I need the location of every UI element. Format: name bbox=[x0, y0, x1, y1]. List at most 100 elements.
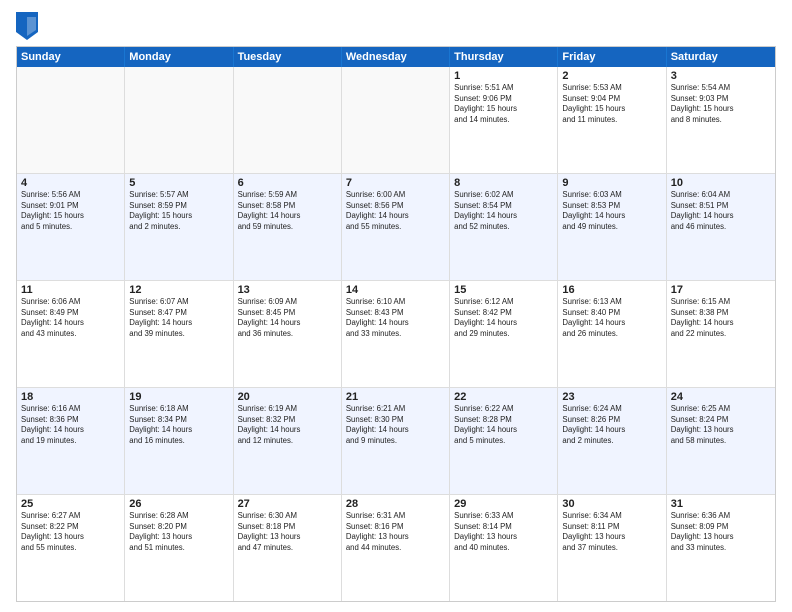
day-cell-5: 5Sunrise: 5:57 AMSunset: 8:59 PMDaylight… bbox=[125, 174, 233, 280]
day-info: Sunrise: 6:18 AMSunset: 8:34 PMDaylight:… bbox=[129, 404, 228, 446]
calendar-row-1: 4Sunrise: 5:56 AMSunset: 9:01 PMDaylight… bbox=[17, 173, 775, 280]
day-cell-27: 27Sunrise: 6:30 AMSunset: 8:18 PMDayligh… bbox=[234, 495, 342, 601]
day-number: 1 bbox=[454, 70, 553, 82]
header-cell-sunday: Sunday bbox=[17, 47, 125, 67]
day-number: 10 bbox=[671, 177, 771, 189]
calendar-row-2: 11Sunrise: 6:06 AMSunset: 8:49 PMDayligh… bbox=[17, 280, 775, 387]
day-number: 21 bbox=[346, 391, 445, 403]
day-number: 29 bbox=[454, 498, 553, 510]
day-cell-15: 15Sunrise: 6:12 AMSunset: 8:42 PMDayligh… bbox=[450, 281, 558, 387]
header bbox=[16, 12, 776, 40]
day-cell-16: 16Sunrise: 6:13 AMSunset: 8:40 PMDayligh… bbox=[558, 281, 666, 387]
day-cell-21: 21Sunrise: 6:21 AMSunset: 8:30 PMDayligh… bbox=[342, 388, 450, 494]
day-info: Sunrise: 6:36 AMSunset: 8:09 PMDaylight:… bbox=[671, 511, 771, 553]
day-cell-22: 22Sunrise: 6:22 AMSunset: 8:28 PMDayligh… bbox=[450, 388, 558, 494]
page: SundayMondayTuesdayWednesdayThursdayFrid… bbox=[0, 0, 792, 612]
day-number: 11 bbox=[21, 284, 120, 296]
day-info: Sunrise: 6:09 AMSunset: 8:45 PMDaylight:… bbox=[238, 297, 337, 339]
day-number: 7 bbox=[346, 177, 445, 189]
day-number: 19 bbox=[129, 391, 228, 403]
day-number: 8 bbox=[454, 177, 553, 189]
day-cell-11: 11Sunrise: 6:06 AMSunset: 8:49 PMDayligh… bbox=[17, 281, 125, 387]
day-cell-23: 23Sunrise: 6:24 AMSunset: 8:26 PMDayligh… bbox=[558, 388, 666, 494]
day-info: Sunrise: 5:57 AMSunset: 8:59 PMDaylight:… bbox=[129, 190, 228, 232]
day-cell-31: 31Sunrise: 6:36 AMSunset: 8:09 PMDayligh… bbox=[667, 495, 775, 601]
logo-icon bbox=[16, 12, 38, 40]
empty-cell bbox=[342, 67, 450, 173]
header-cell-saturday: Saturday bbox=[667, 47, 775, 67]
day-cell-18: 18Sunrise: 6:16 AMSunset: 8:36 PMDayligh… bbox=[17, 388, 125, 494]
day-info: Sunrise: 6:00 AMSunset: 8:56 PMDaylight:… bbox=[346, 190, 445, 232]
day-cell-10: 10Sunrise: 6:04 AMSunset: 8:51 PMDayligh… bbox=[667, 174, 775, 280]
day-info: Sunrise: 6:10 AMSunset: 8:43 PMDaylight:… bbox=[346, 297, 445, 339]
day-info: Sunrise: 6:04 AMSunset: 8:51 PMDaylight:… bbox=[671, 190, 771, 232]
day-cell-24: 24Sunrise: 6:25 AMSunset: 8:24 PMDayligh… bbox=[667, 388, 775, 494]
day-cell-6: 6Sunrise: 5:59 AMSunset: 8:58 PMDaylight… bbox=[234, 174, 342, 280]
day-info: Sunrise: 6:28 AMSunset: 8:20 PMDaylight:… bbox=[129, 511, 228, 553]
day-number: 31 bbox=[671, 498, 771, 510]
day-number: 16 bbox=[562, 284, 661, 296]
day-cell-28: 28Sunrise: 6:31 AMSunset: 8:16 PMDayligh… bbox=[342, 495, 450, 601]
calendar-row-0: 1Sunrise: 5:51 AMSunset: 9:06 PMDaylight… bbox=[17, 67, 775, 173]
day-number: 6 bbox=[238, 177, 337, 189]
day-cell-29: 29Sunrise: 6:33 AMSunset: 8:14 PMDayligh… bbox=[450, 495, 558, 601]
day-cell-13: 13Sunrise: 6:09 AMSunset: 8:45 PMDayligh… bbox=[234, 281, 342, 387]
day-cell-4: 4Sunrise: 5:56 AMSunset: 9:01 PMDaylight… bbox=[17, 174, 125, 280]
day-number: 30 bbox=[562, 498, 661, 510]
header-cell-wednesday: Wednesday bbox=[342, 47, 450, 67]
day-number: 22 bbox=[454, 391, 553, 403]
day-info: Sunrise: 6:12 AMSunset: 8:42 PMDaylight:… bbox=[454, 297, 553, 339]
day-info: Sunrise: 5:54 AMSunset: 9:03 PMDaylight:… bbox=[671, 83, 771, 125]
calendar: SundayMondayTuesdayWednesdayThursdayFrid… bbox=[16, 46, 776, 602]
day-number: 23 bbox=[562, 391, 661, 403]
logo bbox=[16, 12, 42, 40]
day-number: 25 bbox=[21, 498, 120, 510]
day-cell-17: 17Sunrise: 6:15 AMSunset: 8:38 PMDayligh… bbox=[667, 281, 775, 387]
day-cell-1: 1Sunrise: 5:51 AMSunset: 9:06 PMDaylight… bbox=[450, 67, 558, 173]
calendar-row-4: 25Sunrise: 6:27 AMSunset: 8:22 PMDayligh… bbox=[17, 494, 775, 601]
day-cell-25: 25Sunrise: 6:27 AMSunset: 8:22 PMDayligh… bbox=[17, 495, 125, 601]
day-number: 24 bbox=[671, 391, 771, 403]
day-info: Sunrise: 6:22 AMSunset: 8:28 PMDaylight:… bbox=[454, 404, 553, 446]
calendar-body: 1Sunrise: 5:51 AMSunset: 9:06 PMDaylight… bbox=[17, 67, 775, 601]
header-cell-monday: Monday bbox=[125, 47, 233, 67]
day-cell-20: 20Sunrise: 6:19 AMSunset: 8:32 PMDayligh… bbox=[234, 388, 342, 494]
header-cell-tuesday: Tuesday bbox=[234, 47, 342, 67]
day-cell-19: 19Sunrise: 6:18 AMSunset: 8:34 PMDayligh… bbox=[125, 388, 233, 494]
day-cell-3: 3Sunrise: 5:54 AMSunset: 9:03 PMDaylight… bbox=[667, 67, 775, 173]
day-info: Sunrise: 6:19 AMSunset: 8:32 PMDaylight:… bbox=[238, 404, 337, 446]
day-number: 2 bbox=[562, 70, 661, 82]
day-info: Sunrise: 6:15 AMSunset: 8:38 PMDaylight:… bbox=[671, 297, 771, 339]
day-number: 26 bbox=[129, 498, 228, 510]
day-cell-12: 12Sunrise: 6:07 AMSunset: 8:47 PMDayligh… bbox=[125, 281, 233, 387]
day-info: Sunrise: 6:07 AMSunset: 8:47 PMDaylight:… bbox=[129, 297, 228, 339]
day-info: Sunrise: 6:16 AMSunset: 8:36 PMDaylight:… bbox=[21, 404, 120, 446]
day-info: Sunrise: 6:21 AMSunset: 8:30 PMDaylight:… bbox=[346, 404, 445, 446]
day-number: 27 bbox=[238, 498, 337, 510]
header-cell-thursday: Thursday bbox=[450, 47, 558, 67]
day-info: Sunrise: 6:03 AMSunset: 8:53 PMDaylight:… bbox=[562, 190, 661, 232]
day-number: 13 bbox=[238, 284, 337, 296]
empty-cell bbox=[125, 67, 233, 173]
day-number: 5 bbox=[129, 177, 228, 189]
day-number: 14 bbox=[346, 284, 445, 296]
day-info: Sunrise: 5:51 AMSunset: 9:06 PMDaylight:… bbox=[454, 83, 553, 125]
day-info: Sunrise: 6:25 AMSunset: 8:24 PMDaylight:… bbox=[671, 404, 771, 446]
day-info: Sunrise: 6:30 AMSunset: 8:18 PMDaylight:… bbox=[238, 511, 337, 553]
day-info: Sunrise: 6:06 AMSunset: 8:49 PMDaylight:… bbox=[21, 297, 120, 339]
day-info: Sunrise: 6:31 AMSunset: 8:16 PMDaylight:… bbox=[346, 511, 445, 553]
day-cell-2: 2Sunrise: 5:53 AMSunset: 9:04 PMDaylight… bbox=[558, 67, 666, 173]
day-info: Sunrise: 6:24 AMSunset: 8:26 PMDaylight:… bbox=[562, 404, 661, 446]
day-info: Sunrise: 6:33 AMSunset: 8:14 PMDaylight:… bbox=[454, 511, 553, 553]
day-number: 3 bbox=[671, 70, 771, 82]
day-number: 17 bbox=[671, 284, 771, 296]
day-info: Sunrise: 6:34 AMSunset: 8:11 PMDaylight:… bbox=[562, 511, 661, 553]
calendar-header: SundayMondayTuesdayWednesdayThursdayFrid… bbox=[17, 47, 775, 67]
day-cell-30: 30Sunrise: 6:34 AMSunset: 8:11 PMDayligh… bbox=[558, 495, 666, 601]
day-info: Sunrise: 5:53 AMSunset: 9:04 PMDaylight:… bbox=[562, 83, 661, 125]
day-info: Sunrise: 6:02 AMSunset: 8:54 PMDaylight:… bbox=[454, 190, 553, 232]
day-cell-9: 9Sunrise: 6:03 AMSunset: 8:53 PMDaylight… bbox=[558, 174, 666, 280]
header-cell-friday: Friday bbox=[558, 47, 666, 67]
day-cell-7: 7Sunrise: 6:00 AMSunset: 8:56 PMDaylight… bbox=[342, 174, 450, 280]
day-info: Sunrise: 5:59 AMSunset: 8:58 PMDaylight:… bbox=[238, 190, 337, 232]
